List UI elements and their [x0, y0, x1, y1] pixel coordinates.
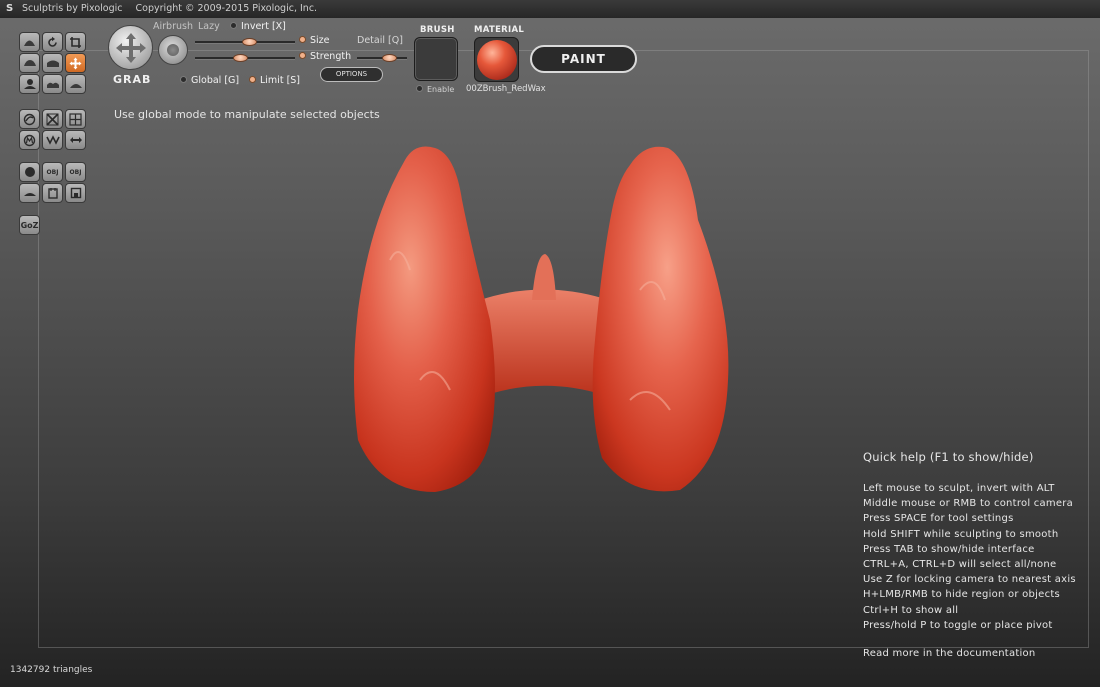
pinch-icon[interactable]: [19, 74, 40, 94]
documentation-link[interactable]: Read more in the documentation: [863, 648, 1076, 659]
smooth-icon[interactable]: [65, 74, 86, 94]
tiles-icon[interactable]: [42, 130, 63, 150]
detail-slider-handle[interactable]: [381, 54, 397, 62]
sculptris-logo-icon: S: [6, 3, 14, 14]
grab-tool-icon: [115, 32, 146, 63]
wireframe-icon[interactable]: [19, 130, 40, 150]
quick-help-line: H+LMB/RMB to hide region or objects: [863, 589, 1060, 601]
invert-toggle[interactable]: Invert [X]: [230, 21, 286, 32]
quick-help-line: Ctrl+H to show all: [863, 604, 959, 616]
copyright-text: Copyright © 2009-2015 Pixologic, Inc.: [135, 3, 318, 14]
toolbar-group-goz: GoZ: [19, 215, 87, 235]
grab-icon[interactable]: [65, 53, 86, 73]
airbrush-toggle[interactable]: Airbrush: [153, 21, 193, 32]
reduce-icon[interactable]: [19, 109, 40, 129]
quick-help-line: Middle mouse or RMB to control camera: [863, 498, 1074, 510]
stroke-dot-icon: [167, 44, 179, 56]
new-icon[interactable]: [42, 183, 63, 203]
brush-enable-toggle[interactable]: Enable: [416, 85, 454, 94]
size-label: Size: [299, 35, 330, 46]
tool-name: GRAB: [113, 73, 152, 86]
strength-dot-icon: [299, 52, 306, 59]
toolbar-group-mesh: [19, 109, 87, 150]
global-toggle[interactable]: Global [G]: [180, 75, 239, 86]
material-sphere-icon: [476, 39, 517, 80]
material-title: MATERIAL: [474, 25, 525, 35]
limit-toggle[interactable]: Limit [S]: [249, 75, 300, 86]
quick-help-line: Hold SHIFT while sculpting to smooth: [863, 528, 1059, 540]
quick-help-line: Use Z for locking camera to nearest axis: [863, 574, 1076, 586]
size-slider-handle[interactable]: [241, 38, 257, 46]
lazy-toggle[interactable]: Lazy: [198, 21, 220, 32]
mode-hint-text: Use global mode to manipulate selected o…: [114, 108, 380, 121]
current-tool-grab-button[interactable]: [108, 25, 153, 70]
draw-icon[interactable]: [19, 32, 40, 52]
crop-icon[interactable]: [65, 32, 86, 52]
triangle-count: 1342792 triangles: [10, 665, 93, 675]
size-dot-icon: [299, 36, 306, 43]
brush-enable-radio-icon: [416, 85, 423, 92]
rotate-icon[interactable]: [42, 32, 63, 52]
options-button[interactable]: OPTIONS: [320, 67, 383, 82]
brush-preview-slot[interactable]: [414, 37, 458, 81]
material-preview-slot[interactable]: [474, 37, 519, 82]
quick-help-line: Left mouse to sculpt, invert with ALT: [863, 483, 1055, 494]
strength-slider[interactable]: [195, 54, 295, 62]
crease-icon[interactable]: [42, 74, 63, 94]
stroke-type-button[interactable]: [158, 35, 188, 65]
mask-icon[interactable]: [42, 109, 63, 129]
detail-label: Detail [Q]: [357, 35, 403, 46]
title-bar: S Sculptris by Pixologic Copyright © 200…: [0, 0, 1100, 18]
toolbar-group-file: OBJ OBJ: [19, 162, 87, 203]
quick-help-line: Press/hold P to toggle or place pivot: [863, 619, 1053, 631]
limit-radio-icon: [249, 76, 256, 83]
toolbar-group-sculpt: [19, 32, 87, 94]
export-obj-icon[interactable]: OBJ: [65, 162, 86, 182]
quick-help-panel: Quick help (F1 to show/hide) Left mouse …: [863, 450, 1076, 659]
strength-label: Strength: [299, 51, 351, 62]
flatten-icon[interactable]: [19, 53, 40, 73]
plane-icon[interactable]: [19, 183, 40, 203]
brush-title: BRUSH: [420, 25, 455, 35]
global-radio-icon: [180, 76, 187, 83]
save-icon[interactable]: [65, 183, 86, 203]
symmetry-icon[interactable]: [65, 109, 86, 129]
sculpt-model-viewport[interactable]: [340, 140, 740, 500]
detail-slider[interactable]: [357, 54, 407, 62]
paint-mode-button[interactable]: PAINT: [530, 45, 637, 73]
invert-radio-icon: [230, 22, 237, 29]
inflate-icon[interactable]: [42, 53, 63, 73]
quick-help-line: CTRL+A, CTRL+D will select all/none: [863, 558, 1057, 570]
app-title: Sculptris by Pixologic: [22, 3, 123, 14]
material-name: 00ZBrush_RedWax: [466, 84, 546, 94]
sphere-icon[interactable]: [19, 162, 40, 182]
quick-help-title: Quick help (F1 to show/hide): [863, 450, 1034, 464]
size-slider[interactable]: [195, 38, 295, 46]
goz-icon[interactable]: GoZ: [19, 215, 40, 235]
import-obj-icon[interactable]: OBJ: [42, 162, 63, 182]
mirror-icon[interactable]: [65, 130, 86, 150]
quick-help-line: Press TAB to show/hide interface: [863, 543, 1035, 555]
quick-help-line: Press SPACE for tool settings: [863, 513, 1014, 525]
